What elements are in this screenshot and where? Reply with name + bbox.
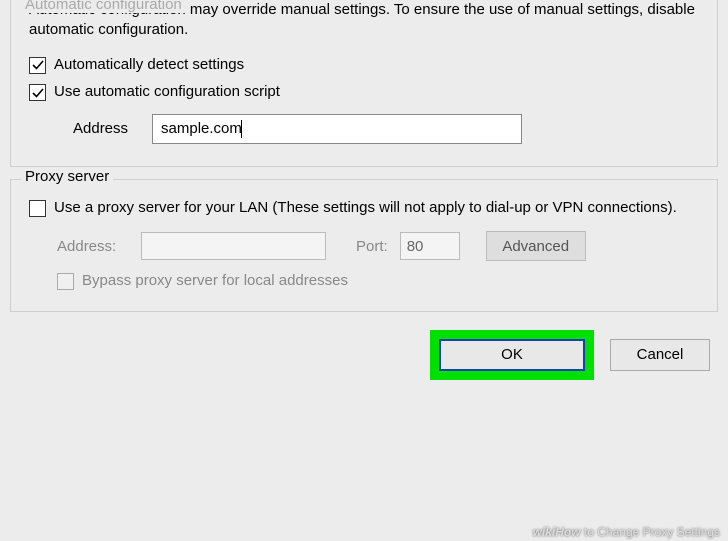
detect-settings-row: Automatically detect settings: [29, 55, 699, 75]
detect-settings-checkbox[interactable]: [29, 57, 46, 74]
watermark-brand: wikiHow: [533, 525, 581, 539]
proxy-port-input: [400, 232, 460, 260]
use-script-label: Use automatic configuration script: [54, 82, 280, 102]
script-address-value: sample.com: [161, 120, 242, 137]
cancel-button[interactable]: Cancel: [610, 339, 710, 371]
proxy-server-legend: Proxy server: [21, 168, 113, 185]
watermark: wikiHow to Change Proxy Settings: [533, 525, 720, 539]
proxy-address-input: [141, 232, 326, 260]
bypass-label: Bypass proxy server for local addresses: [82, 271, 348, 291]
use-proxy-checkbox[interactable]: [29, 200, 46, 217]
check-icon: [32, 87, 44, 99]
use-script-row: Use automatic configuration script: [29, 82, 699, 102]
check-icon: [32, 59, 44, 71]
ok-highlight-box: OK: [430, 330, 594, 380]
bypass-checkbox: [57, 273, 74, 290]
ok-button[interactable]: OK: [439, 339, 585, 371]
dialog-footer: OK Cancel: [0, 324, 728, 380]
proxy-address-row: Address: Port: Advanced: [57, 231, 699, 261]
script-address-label: Address: [73, 120, 128, 137]
script-address-row: Address sample.com: [73, 114, 699, 144]
script-address-input[interactable]: sample.com: [152, 114, 522, 144]
use-proxy-label: Use a proxy server for your LAN (These s…: [54, 198, 677, 218]
use-script-checkbox[interactable]: [29, 84, 46, 101]
advanced-button: Advanced: [486, 231, 586, 261]
automatic-configuration-group: Automatic configuration Automatic config…: [10, 0, 718, 167]
detect-settings-label: Automatically detect settings: [54, 55, 244, 75]
bypass-row: Bypass proxy server for local addresses: [57, 271, 699, 291]
automatic-configuration-legend: Automatic configuration: [21, 0, 186, 13]
watermark-title: to Change Proxy Settings: [581, 525, 720, 539]
proxy-port-label: Port:: [356, 238, 388, 255]
proxy-server-group: Proxy server Use a proxy server for your…: [10, 179, 718, 312]
text-cursor-icon: [241, 120, 242, 138]
proxy-address-label: Address:: [57, 238, 129, 255]
use-proxy-row: Use a proxy server for your LAN (These s…: [29, 198, 699, 218]
